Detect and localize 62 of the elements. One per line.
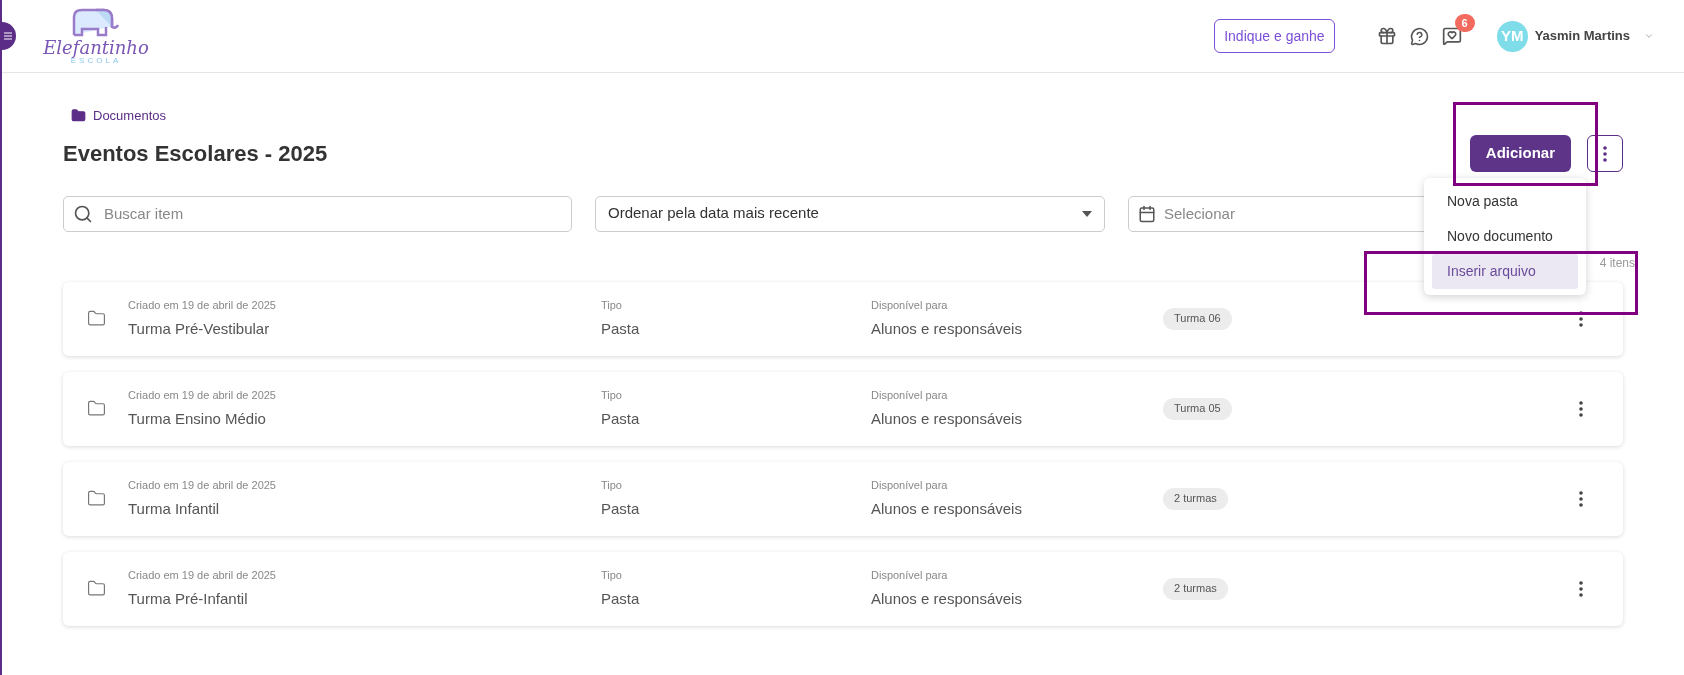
type-value: Pasta [601,409,641,429]
refer-button[interactable]: Indique e ganhe [1214,19,1335,53]
class-tag: Turma 05 [1163,397,1232,420]
folder-icon [87,309,106,328]
more-options-button[interactable] [1587,135,1623,172]
availability-label: Disponível para [871,387,949,403]
logo-text: Elefantinho [43,39,149,57]
folder-icon [87,489,106,508]
availability-value: Alunos e responsáveis [871,409,1023,429]
folder-name: Turma Ensino Médio [128,409,267,429]
search-icon [73,203,93,224]
type-label: Tipo [601,297,623,313]
help-icon[interactable] [1409,26,1429,46]
caret-icon [1082,210,1092,217]
created-date: Criado em 19 de abril de 2025 [128,567,277,583]
folder-name: Turma Infantil [128,499,221,519]
notification-badge: 6 [1454,14,1475,32]
availability-label: Disponível para [871,567,949,583]
type-value: Pasta [601,499,641,519]
folder-row[interactable]: Criado em 19 de abril de 2025 Turma Pré-Vestibular Tipo Pasta Disponível para Alunos e responsáveis Turma 06 [63,281,1623,356]
menu-icon [4,32,12,40]
type-label: Tipo [601,387,623,403]
page-title: Eventos Escolares - 2025 [63,140,328,168]
class-tag: 2 turmas [1163,487,1228,510]
kebab-icon[interactable] [1579,580,1583,597]
folder-icon [87,579,106,598]
type-value: Pasta [601,319,641,339]
class-tag: Turma 06 [1163,307,1232,330]
search-field[interactable]: Buscar item [63,195,572,232]
item-count: 4 itens [1599,254,1635,270]
add-button[interactable]: Adicionar [1469,135,1571,172]
sort-dropdown[interactable]: Ordenar pela data mais recente [595,195,1105,232]
type-value: Pasta [601,589,641,609]
type-label: Tipo [601,567,623,583]
menu-item[interactable]: Inserir arquivo [1432,254,1578,289]
availability-value: Alunos e responsáveis [871,499,1023,519]
folder-icon [87,399,106,418]
availability-label: Disponível para [871,297,949,313]
folder-row[interactable]: Criado em 19 de abril de 2025 Turma Pré-Infantil Tipo Pasta Disponível para Alunos e responsáveis 2 turmas [63,551,1623,626]
folder-name: Turma Pré-Vestibular [128,319,271,339]
kebab-icon[interactable] [1579,490,1583,507]
kebab-icon[interactable] [1579,400,1583,417]
availability-label: Disponível para [871,477,949,493]
folder-name: Turma Pré-Infantil [128,589,249,609]
gift-icon[interactable] [1376,26,1397,46]
calendar-icon [1138,204,1156,223]
folder-icon [71,108,86,124]
kebab-icon[interactable] [1579,310,1583,327]
messages-icon[interactable] [1441,26,1462,46]
folder-row[interactable]: Criado em 19 de abril de 2025 Turma Infantil Tipo Pasta Disponível para Alunos e responsáveis 2 turmas [63,461,1623,536]
logo-tagline: ESCOLA [70,57,122,65]
created-date: Criado em 19 de abril de 2025 [128,387,277,403]
availability-value: Alunos e responsáveis [871,589,1023,609]
folder-row[interactable]: Criado em 19 de abril de 2025 Turma Ensino Médio Tipo Pasta Disponível para Alunos e responsáveis Turma 05 [63,371,1623,446]
type-label: Tipo [601,477,623,493]
created-date: Criado em 19 de abril de 2025 [128,297,277,313]
breadcrumb-link[interactable]: Documentos [93,106,166,126]
availability-value: Alunos e responsáveis [871,319,1023,339]
created-date: Criado em 19 de abril de 2025 [128,477,277,493]
kebab-icon [1603,145,1607,162]
class-tag: 2 turmas [1163,577,1228,600]
user-name[interactable]: Yasmin Martins [1534,26,1630,46]
